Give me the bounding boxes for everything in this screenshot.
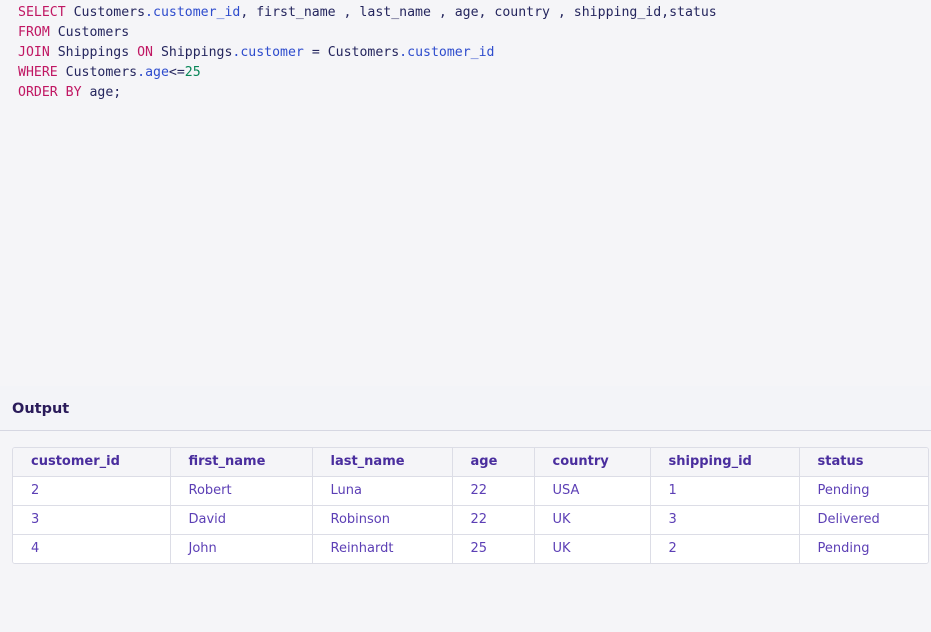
output-header: Output	[0, 386, 931, 431]
code-line[interactable]: JOIN Shippings ON Shippings. customer = C…	[18, 43, 913, 63]
table-cell: 3	[650, 505, 800, 535]
code-line[interactable]: FROM Customers	[18, 23, 913, 43]
table-row: 2 Robert Luna 22 USA 1 Pending	[13, 476, 928, 506]
sql-keyword: ORDER BY	[18, 85, 82, 100]
table-cell: Delivered	[799, 505, 928, 535]
sql-number: 25	[184, 65, 201, 80]
sql-column-ref: customer	[240, 45, 304, 60]
result-table-body: 2 Robert Luna 22 USA 1 Pending 3 David Robinson 22…	[13, 476, 928, 563]
output-panel: Output customer_id first_name last_name age…	[0, 386, 931, 632]
result-table-container: customer_id first_name last_name age country…	[12, 447, 929, 564]
table-cell: UK	[534, 505, 651, 535]
column-header-last-name: last_name	[312, 448, 453, 477]
table-cell: 3	[13, 505, 171, 535]
table-cell: David	[170, 505, 313, 535]
sql-editor[interactable]: SELECT Customers.customer_id, first_name…	[0, 0, 931, 386]
sql-text: Customers	[49, 25, 130, 40]
output-title: Output	[12, 401, 70, 417]
table-cell: Luna	[312, 476, 453, 506]
sql-column-ref: customer_id	[153, 5, 241, 20]
table-cell: 25	[452, 534, 535, 563]
code-line[interactable]: ORDER BY age;	[18, 83, 913, 103]
sql-keyword: JOIN	[18, 45, 50, 60]
table-cell: 22	[452, 476, 535, 506]
column-header-customer-id: customer_id	[13, 448, 171, 477]
table-cell: UK	[534, 534, 651, 563]
sql-keyword: WHERE	[18, 65, 58, 80]
table-cell: 2	[650, 534, 800, 563]
table-cell: 2	[13, 476, 171, 506]
table-cell: John	[170, 534, 313, 563]
sql-keyword: ON	[137, 45, 153, 60]
result-table-header: customer_id first_name last_name age country…	[13, 448, 928, 477]
column-header-age: age	[452, 448, 535, 477]
sql-text: , first_name , last_name , age, country …	[240, 5, 717, 20]
sql-text: Customers	[57, 65, 138, 80]
sql-column-ref: age	[145, 65, 169, 80]
code-line[interactable]: WHERE Customers.age<=25	[18, 63, 913, 83]
sql-keyword: FROM	[18, 25, 50, 40]
table-cell: 4	[13, 534, 171, 563]
sql-text: .	[145, 5, 153, 20]
table-cell: 22	[452, 505, 535, 535]
sql-text: Customers	[65, 5, 146, 20]
column-header-status: status	[799, 448, 928, 477]
column-header-country: country	[534, 448, 651, 477]
table-row: 3 David Robinson 22 UK 3 Delivered	[13, 505, 928, 535]
sql-text: .	[399, 45, 408, 60]
table-cell: Pending	[799, 476, 928, 506]
column-header-shipping-id: shipping_id	[650, 448, 800, 477]
column-header-first-name: first_name	[170, 448, 313, 477]
sql-keyword: SELECT	[18, 5, 66, 20]
table-cell: Pending	[799, 534, 928, 563]
sql-column-ref: customer_id	[407, 45, 495, 60]
table-cell: Robert	[170, 476, 313, 506]
table-cell: 1	[650, 476, 800, 506]
table-cell: Reinhardt	[312, 534, 453, 563]
sql-text: age;	[81, 85, 122, 100]
sql-text: Shippings	[153, 45, 233, 60]
sql-text: Shippings	[49, 45, 138, 60]
table-cell: Robinson	[312, 505, 453, 535]
table-row: 4 John Reinhardt 25 UK 2 Pending	[13, 534, 928, 563]
sql-text: <=	[168, 65, 185, 80]
sql-text: .	[137, 65, 146, 80]
table-cell: USA	[534, 476, 651, 506]
result-table: customer_id first_name last_name age country…	[13, 448, 928, 563]
sql-text: = Customers	[303, 45, 400, 60]
code-line[interactable]: SELECT Customers.customer_id, first_name…	[18, 3, 913, 23]
